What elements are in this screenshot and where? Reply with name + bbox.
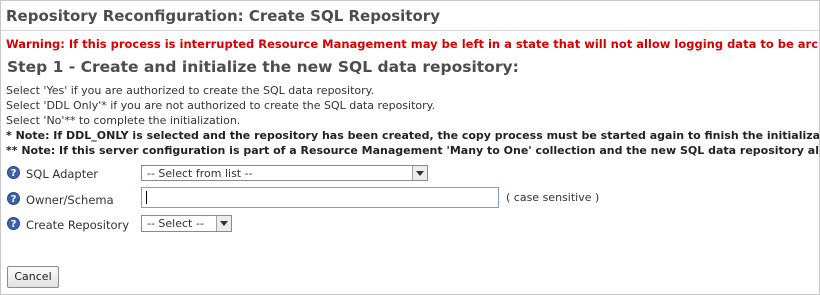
title-divider bbox=[1, 30, 819, 31]
help-question-icon[interactable]: ? bbox=[7, 192, 20, 205]
note-ddl-only: * Note: If DDL_ONLY is selected and the … bbox=[6, 129, 820, 142]
repository-reconfiguration-panel: Repository Reconfiguration: Create SQL R… bbox=[0, 0, 820, 295]
sql-adapter-selected: -- Select from list -- bbox=[147, 167, 253, 180]
sql-adapter-select[interactable]: -- Select from list -- bbox=[141, 165, 428, 181]
chevron-down-icon bbox=[216, 216, 231, 231]
text-cursor bbox=[146, 191, 147, 204]
instruction-no: Select 'No'** to complete the initializa… bbox=[6, 114, 241, 127]
page-title: Repository Reconfiguration: Create SQL R… bbox=[6, 7, 440, 25]
owner-schema-input[interactable] bbox=[141, 187, 499, 208]
warning-message: Warning: If this process is interrupted … bbox=[6, 37, 820, 51]
sql-adapter-label: SQL Adapter bbox=[26, 167, 99, 181]
case-sensitive-hint: ( case sensitive ) bbox=[506, 191, 600, 204]
step-heading: Step 1 - Create and initialize the new S… bbox=[7, 58, 519, 76]
instruction-ddl-only: Select 'DDL Only'* if you are not author… bbox=[6, 99, 436, 112]
create-repository-select[interactable]: -- Select -- bbox=[141, 215, 232, 232]
help-question-icon[interactable]: ? bbox=[7, 217, 20, 230]
chevron-down-icon bbox=[412, 166, 427, 180]
owner-schema-label: Owner/Schema bbox=[26, 193, 114, 207]
instruction-yes: Select 'Yes' if you are authorized to cr… bbox=[6, 84, 375, 97]
create-repository-selected: -- Select -- bbox=[147, 217, 204, 230]
create-repository-label: Create Repository bbox=[26, 218, 130, 232]
note-many-to-one: ** Note: If this server configuration is… bbox=[6, 144, 819, 157]
help-question-icon[interactable]: ? bbox=[7, 166, 20, 179]
cancel-button[interactable]: Cancel bbox=[7, 266, 59, 288]
